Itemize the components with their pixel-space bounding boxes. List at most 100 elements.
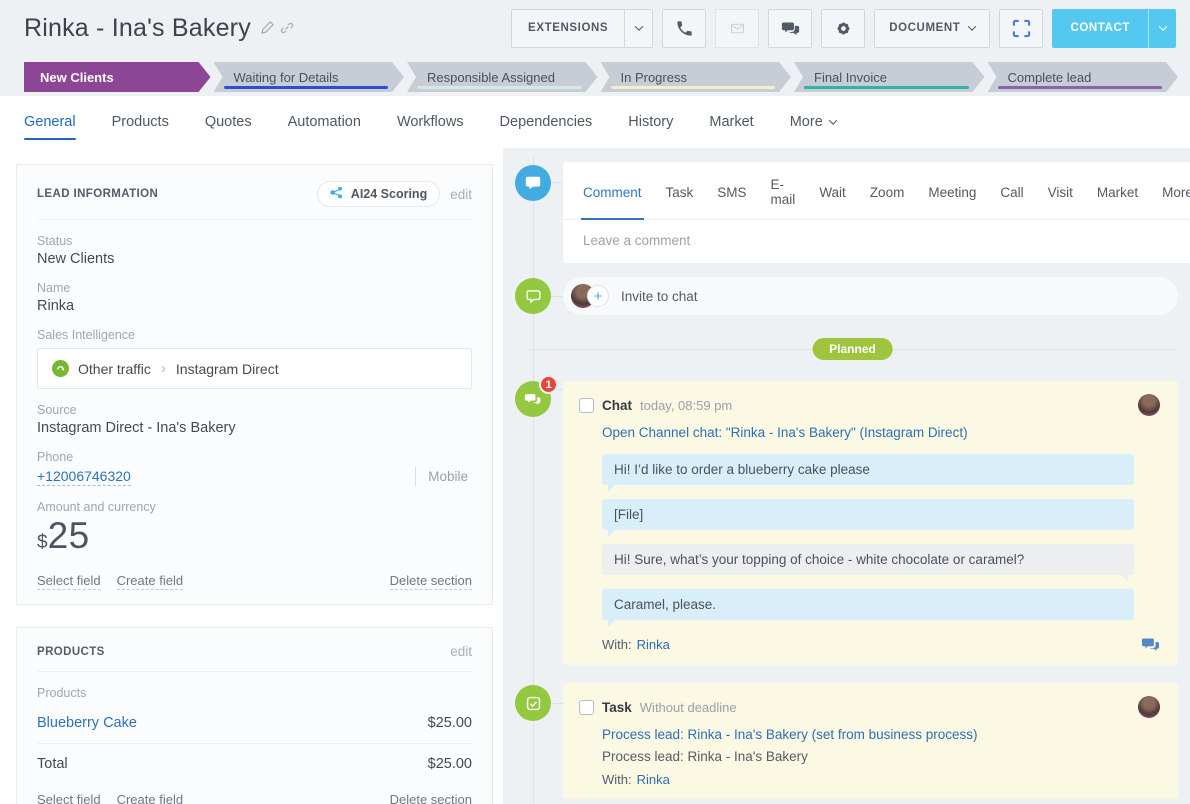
process-lead-link[interactable]: Process lead: Rinka - Ina's Bakery (set … bbox=[602, 727, 1160, 742]
chat-outline-icon bbox=[515, 278, 551, 314]
tl-tab-sms[interactable]: SMS bbox=[717, 177, 746, 207]
document-button[interactable]: DOCUMENT bbox=[874, 9, 990, 48]
tl-tab-meeting[interactable]: Meeting bbox=[928, 177, 976, 207]
extensions-button[interactable]: EXTENSIONS bbox=[511, 9, 653, 48]
products-edit-link[interactable]: edit bbox=[450, 644, 472, 659]
tab-products[interactable]: Products bbox=[112, 114, 169, 130]
stage-new-clients[interactable]: New Clients bbox=[24, 62, 211, 92]
sales-intelligence-box[interactable]: Other traffic › Instagram Direct bbox=[37, 348, 472, 389]
email-button[interactable] bbox=[715, 9, 759, 48]
phone-field: Phone +12006746320 Mobile bbox=[37, 450, 472, 486]
with-label: With: bbox=[602, 637, 632, 652]
tl-tab-call[interactable]: Call bbox=[1000, 177, 1023, 207]
planned-badge: Planned bbox=[812, 338, 893, 360]
copy-link-icon[interactable] bbox=[280, 21, 294, 35]
contact-button[interactable]: CONTACT bbox=[1052, 9, 1176, 48]
comment-composer-row: Comment Task SMS E-mail Wait Zoom Meetin… bbox=[503, 162, 1190, 263]
tab-market[interactable]: Market bbox=[709, 114, 753, 130]
products-title: PRODUCTS bbox=[37, 646, 105, 658]
chat-icon bbox=[781, 19, 800, 38]
lead-info-title: LEAD INFORMATION bbox=[37, 188, 158, 200]
invite-row: + Invite to chat bbox=[503, 277, 1190, 315]
total-label: Total bbox=[37, 756, 68, 772]
document-caret-icon bbox=[968, 22, 976, 30]
chevron-right-icon: › bbox=[160, 360, 167, 377]
tab-more[interactable]: More bbox=[790, 114, 836, 130]
stage-complete-lead[interactable]: Complete lead bbox=[988, 62, 1179, 92]
task-checkbox[interactable] bbox=[579, 700, 594, 715]
call-button[interactable] bbox=[662, 9, 706, 48]
chat-entry-title: Chat bbox=[602, 398, 632, 413]
status-field: Status New Clients bbox=[37, 234, 472, 267]
invite-to-chat-button[interactable]: + Invite to chat bbox=[563, 277, 1178, 315]
chat-message: Hi! I’d like to order a blueberry cake p… bbox=[602, 454, 1134, 485]
extensions-caret[interactable] bbox=[624, 10, 652, 47]
stage-in-progress[interactable]: In Progress bbox=[601, 62, 792, 92]
delete-section-link[interactable]: Delete section bbox=[390, 792, 472, 804]
timeline-tabs: Comment Task SMS E-mail Wait Zoom Meetin… bbox=[563, 162, 1190, 220]
chat-checkbox[interactable] bbox=[579, 398, 594, 413]
stage-label: Final Invoice bbox=[814, 70, 887, 85]
tl-tab-zoom[interactable]: Zoom bbox=[870, 177, 905, 207]
with-rinka-link[interactable]: Rinka bbox=[637, 637, 670, 652]
product-price: $25.00 bbox=[428, 715, 472, 731]
amount-number: 25 bbox=[48, 515, 90, 557]
tl-tab-visit[interactable]: Visit bbox=[1048, 177, 1073, 207]
document-label: DOCUMENT bbox=[889, 22, 960, 34]
ai-scoring-button[interactable]: AI24 Scoring bbox=[317, 181, 440, 207]
select-field-link[interactable]: Select field bbox=[37, 573, 101, 590]
delete-section-link[interactable]: Delete section bbox=[390, 573, 472, 590]
name-field: Name Rinka bbox=[37, 281, 472, 314]
tl-tab-comment[interactable]: Comment bbox=[583, 177, 642, 207]
messenger-button[interactable] bbox=[768, 9, 812, 48]
stage-label: Complete lead bbox=[1008, 70, 1092, 85]
detail-nav-tabs: General Products Quotes Automation Workf… bbox=[0, 96, 1190, 148]
tab-history[interactable]: History bbox=[628, 114, 673, 130]
tl-tab-more[interactable]: More bbox=[1162, 177, 1190, 207]
with-rinka-link[interactable]: Rinka bbox=[637, 772, 670, 787]
pipeline-stage-bar: New Clients Waiting for Details Responsi… bbox=[0, 56, 1190, 96]
open-channel-chat-link[interactable]: Open Channel chat: "Rinka - Ina's Bakery… bbox=[602, 425, 1160, 440]
tab-automation[interactable]: Automation bbox=[288, 114, 361, 130]
stage-final-invoice[interactable]: Final Invoice bbox=[794, 62, 985, 92]
products-list: Products Blueberry Cake $25.00 Total $25… bbox=[37, 686, 472, 784]
task-entry-title: Task bbox=[602, 700, 632, 715]
contact-caret[interactable] bbox=[1148, 9, 1176, 48]
tab-general[interactable]: General bbox=[24, 114, 76, 130]
tab-workflows[interactable]: Workflows bbox=[397, 114, 464, 130]
comment-bubble-icon bbox=[515, 165, 551, 201]
edit-pencil-icon[interactable] bbox=[261, 21, 274, 35]
traffic-source-icon bbox=[52, 360, 69, 377]
product-name-link[interactable]: Blueberry Cake bbox=[37, 715, 137, 731]
tl-tab-wait[interactable]: Wait bbox=[819, 177, 846, 207]
plus-icon: + bbox=[587, 285, 609, 307]
settings-gear-icon bbox=[834, 19, 853, 38]
phone-icon bbox=[675, 19, 694, 38]
task-deadline-label: Without deadline bbox=[640, 700, 737, 715]
chat-entry-row: 1 Chat today, 08:59 pm Open Channel chat… bbox=[503, 369, 1190, 665]
product-row: Blueberry Cake $25.00 bbox=[37, 703, 472, 744]
open-chat-icon[interactable] bbox=[1141, 636, 1160, 653]
tl-tab-market[interactable]: Market bbox=[1097, 177, 1138, 207]
scan-button[interactable] bbox=[999, 9, 1043, 48]
stage-waiting-for-details[interactable]: Waiting for Details bbox=[214, 62, 405, 92]
topbar: Rinka - Ina's Bakery EXTENSIONS DOCUMENT bbox=[0, 0, 1190, 56]
comment-composer-card: Comment Task SMS E-mail Wait Zoom Meetin… bbox=[563, 162, 1190, 263]
chat-message: Caramel, please. bbox=[602, 589, 1134, 620]
tl-tab-task[interactable]: Task bbox=[666, 177, 694, 207]
phone-number-link[interactable]: +12006746320 bbox=[37, 468, 131, 486]
tl-tab-email[interactable]: E-mail bbox=[771, 177, 796, 207]
settings-button[interactable] bbox=[821, 9, 865, 48]
comment-input[interactable]: Leave a comment bbox=[563, 220, 1190, 263]
task-description: Process lead: Rinka - Ina's Bakery bbox=[602, 749, 1160, 764]
stage-label: In Progress bbox=[621, 70, 687, 85]
tab-quotes[interactable]: Quotes bbox=[205, 114, 252, 130]
stage-responsible-assigned[interactable]: Responsible Assigned bbox=[407, 62, 598, 92]
create-field-link[interactable]: Create field bbox=[117, 573, 183, 590]
tab-dependencies[interactable]: Dependencies bbox=[500, 114, 593, 130]
phone-type-label[interactable]: Mobile bbox=[415, 467, 472, 486]
select-field-link[interactable]: Select field bbox=[37, 792, 101, 804]
create-field-link[interactable]: Create field bbox=[117, 792, 183, 804]
lead-edit-link[interactable]: edit bbox=[450, 187, 472, 202]
topbar-actions: EXTENSIONS DOCUMENT CONTACT bbox=[511, 9, 1176, 48]
